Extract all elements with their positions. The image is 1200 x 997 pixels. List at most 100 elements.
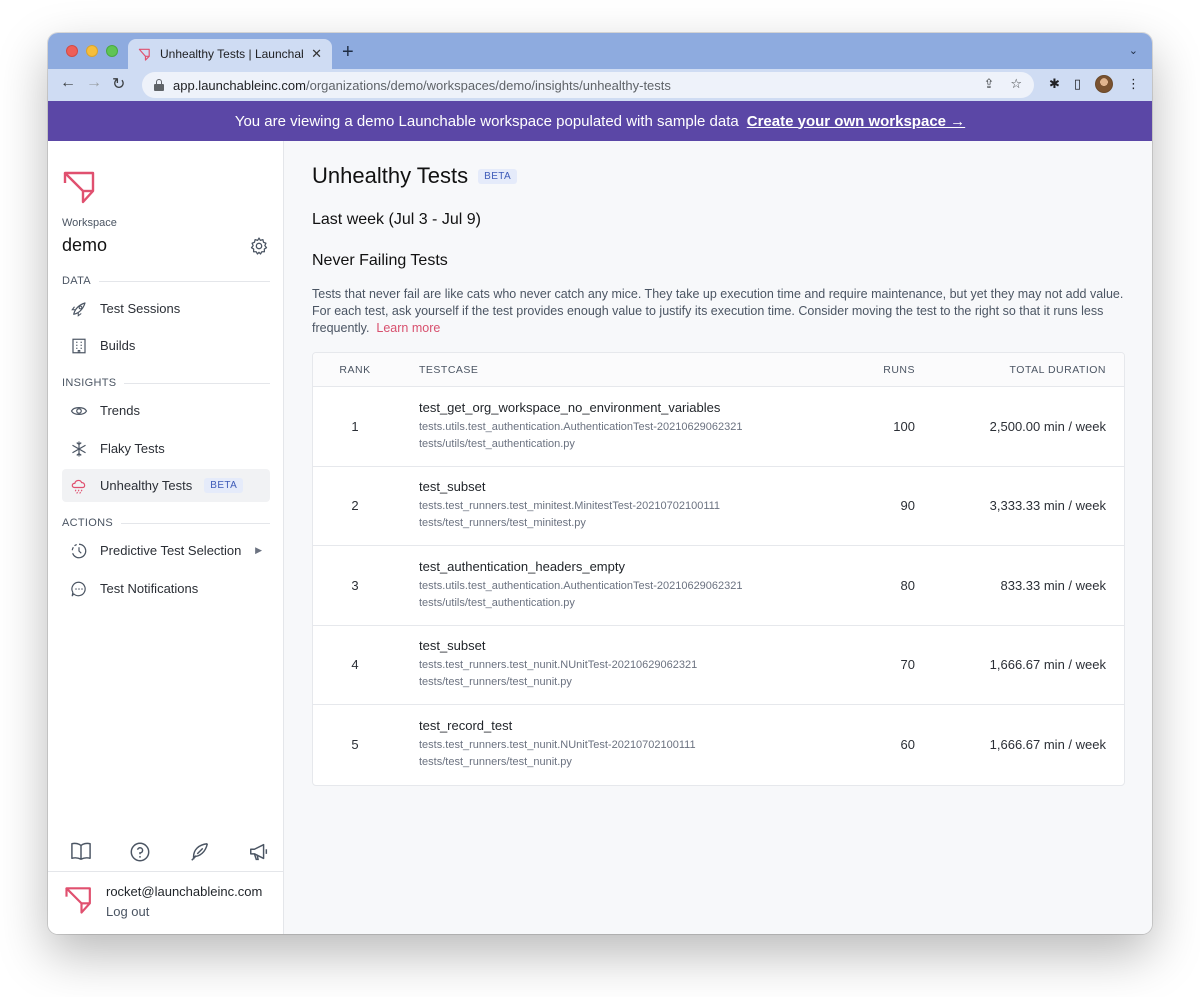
sidebar-item-predictive-test-selection[interactable]: Predictive Test Selection ▶: [62, 534, 270, 567]
rank-cell: 4: [351, 657, 359, 673]
browser-tab[interactable]: Unhealthy Tests | Launchable ✕: [128, 39, 332, 69]
table-row[interactable]: 1 test_get_org_workspace_no_environment_…: [313, 387, 1124, 467]
test-name[interactable]: test_record_test: [419, 718, 837, 733]
tab-search-chevron-icon[interactable]: ⌄: [1129, 44, 1138, 57]
test-name[interactable]: test_subset: [419, 638, 837, 653]
column-header-total-duration[interactable]: TOTAL DURATION: [915, 364, 1106, 376]
table-row[interactable]: 5 test_record_test tests.test_runners.te…: [313, 705, 1124, 785]
user-email: rocket@launchableinc.com: [106, 884, 263, 899]
close-window-button[interactable]: [66, 45, 78, 57]
test-name[interactable]: test_subset: [419, 479, 837, 494]
testcase-cell: test_record_test tests.test_runners.test…: [397, 718, 837, 771]
testcase-cell: test_subset tests.test_runners.test_mini…: [397, 479, 837, 532]
clock-dashed-icon: [70, 542, 88, 560]
sidebar-item-label: Predictive Test Selection: [100, 543, 242, 558]
column-header-testcase[interactable]: TESTCASE: [397, 364, 837, 376]
sidebar-item-test-notifications[interactable]: Test Notifications: [62, 572, 270, 605]
demo-banner-text: You are viewing a demo Launchable worksp…: [234, 112, 739, 130]
runs-cell: 90: [900, 498, 915, 514]
url-text: app.launchableinc.com/organizations/demo…: [173, 78, 671, 93]
profile-avatar[interactable]: [1095, 75, 1113, 93]
gear-icon[interactable]: [249, 236, 269, 256]
back-arrow-icon[interactable]: ←: [60, 74, 76, 92]
sidebar-item-label: Trends: [100, 403, 140, 418]
test-class: tests.test_runners.test_nunit.NUnitTest-…: [419, 739, 696, 752]
runs-cell: 80: [900, 577, 915, 593]
side-panel-icon[interactable]: ▯: [1074, 76, 1081, 92]
expand-arrow-icon[interactable]: ▶: [255, 545, 262, 556]
section-title-actions: ACTIONS: [62, 517, 113, 529]
sidebar-item-label: Unhealthy Tests: [100, 478, 193, 493]
feather-icon[interactable]: [189, 841, 211, 863]
sidebar-item-test-sessions[interactable]: Test Sessions: [62, 292, 270, 325]
sidebar-item-builds[interactable]: Builds: [62, 329, 270, 362]
tab-title: Unhealthy Tests | Launchable: [160, 47, 304, 61]
duration-cell: 3,333.33 min / week: [989, 498, 1106, 514]
duration-cell: 2,500.00 min / week: [989, 418, 1106, 434]
test-class: tests.utils.test_authentication.Authenti…: [419, 420, 743, 433]
test-class: tests.test_runners.test_nunit.NUnitTest-…: [419, 659, 698, 672]
url-host: app.launchableinc.com: [173, 77, 306, 93]
section-description: Tests that never fail are like cats who …: [312, 286, 1132, 337]
reload-icon[interactable]: ↻: [112, 74, 125, 94]
bookmark-star-icon[interactable]: ☆: [1010, 76, 1022, 92]
runs-cell: 70: [900, 657, 915, 673]
launchable-logo-icon[interactable]: [62, 169, 98, 205]
test-file: tests/test_runners/test_nunit.py: [419, 756, 572, 769]
tab-close-icon[interactable]: ✕: [311, 46, 322, 62]
test-class: tests.test_runners.test_minitest.Minites…: [419, 500, 721, 513]
lock-icon: [154, 79, 164, 91]
help-icon[interactable]: [129, 841, 151, 863]
column-header-runs[interactable]: RUNS: [837, 364, 915, 376]
browser-window: Unhealthy Tests | Launchable ✕ + ⌄ ← → ↻…: [48, 33, 1152, 934]
sidebar-item-label: Test Sessions: [100, 301, 181, 316]
test-class: tests.utils.test_authentication.Authenti…: [419, 579, 743, 592]
testcase-cell: test_get_org_workspace_no_environment_va…: [397, 400, 837, 453]
sidebar: Workspace demo DATA Test Sessions Builds…: [48, 141, 284, 934]
section-heading: Never Failing Tests: [312, 252, 448, 269]
column-header-rank[interactable]: RANK: [313, 364, 397, 376]
testcase-cell: test_authentication_headers_empty tests.…: [397, 559, 837, 612]
new-tab-button[interactable]: +: [342, 41, 354, 64]
test-name[interactable]: test_authentication_headers_empty: [419, 559, 837, 574]
forward-arrow-icon[interactable]: →: [86, 74, 102, 92]
learn-more-link[interactable]: Learn more: [376, 321, 440, 335]
rank-cell: 2: [351, 498, 359, 514]
maximize-window-button[interactable]: [106, 45, 118, 57]
unhealthy-tests-table: RANK TESTCASE RUNS TOTAL DURATION 1 test…: [312, 352, 1125, 786]
minimize-window-button[interactable]: [86, 45, 98, 57]
extensions-puzzle-icon[interactable]: ✱: [1049, 76, 1060, 92]
testcase-cell: test_subset tests.test_runners.test_nuni…: [397, 638, 837, 691]
megaphone-icon[interactable]: [248, 841, 270, 863]
eye-icon: [70, 402, 88, 420]
sidebar-item-flaky-tests[interactable]: Flaky Tests: [62, 432, 270, 465]
sidebar-item-unhealthy-tests[interactable]: Unhealthy Tests BETA: [62, 469, 270, 502]
main-content: Unhealthy Tests BETA Last week (Jul 3 - …: [284, 141, 1152, 934]
test-file: tests/test_runners/test_nunit.py: [419, 676, 572, 689]
test-file: tests/test_runners/test_minitest.py: [419, 517, 586, 530]
create-workspace-link[interactable]: Create your own workspace →: [747, 113, 965, 130]
period-heading: Last week (Jul 3 - Jul 9): [312, 211, 481, 228]
logout-link[interactable]: Log out: [106, 904, 149, 919]
url-bar[interactable]: app.launchableinc.com/organizations/demo…: [142, 72, 1034, 98]
section-data: DATA: [62, 275, 270, 287]
share-icon[interactable]: ⇪: [983, 76, 994, 92]
rank-cell: 1: [351, 418, 359, 434]
sidebar-footer-divider: [48, 871, 284, 872]
table-row[interactable]: 2 test_subset tests.test_runners.test_mi…: [313, 467, 1124, 546]
sidebar-item-label: Flaky Tests: [100, 441, 165, 456]
sidebar-item-trends[interactable]: Trends: [62, 394, 270, 427]
snowflake-icon: [70, 440, 88, 458]
table-row[interactable]: 4 test_subset tests.test_runners.test_nu…: [313, 626, 1124, 705]
book-icon[interactable]: [70, 841, 92, 861]
duration-cell: 1,666.67 min / week: [989, 657, 1106, 673]
section-insights: INSIGHTS: [62, 377, 270, 389]
runs-cell: 60: [900, 737, 915, 753]
url-path: /organizations/demo/workspaces/demo/insi…: [305, 77, 671, 93]
tab-bar: Unhealthy Tests | Launchable ✕ + ⌄: [48, 33, 1152, 69]
rank-cell: 3: [351, 577, 359, 593]
test-name[interactable]: test_get_org_workspace_no_environment_va…: [419, 400, 837, 415]
browser-menu-icon[interactable]: ⋮: [1127, 76, 1140, 92]
sidebar-footer-icons: [70, 841, 270, 863]
table-row[interactable]: 3 test_authentication_headers_empty test…: [313, 546, 1124, 626]
